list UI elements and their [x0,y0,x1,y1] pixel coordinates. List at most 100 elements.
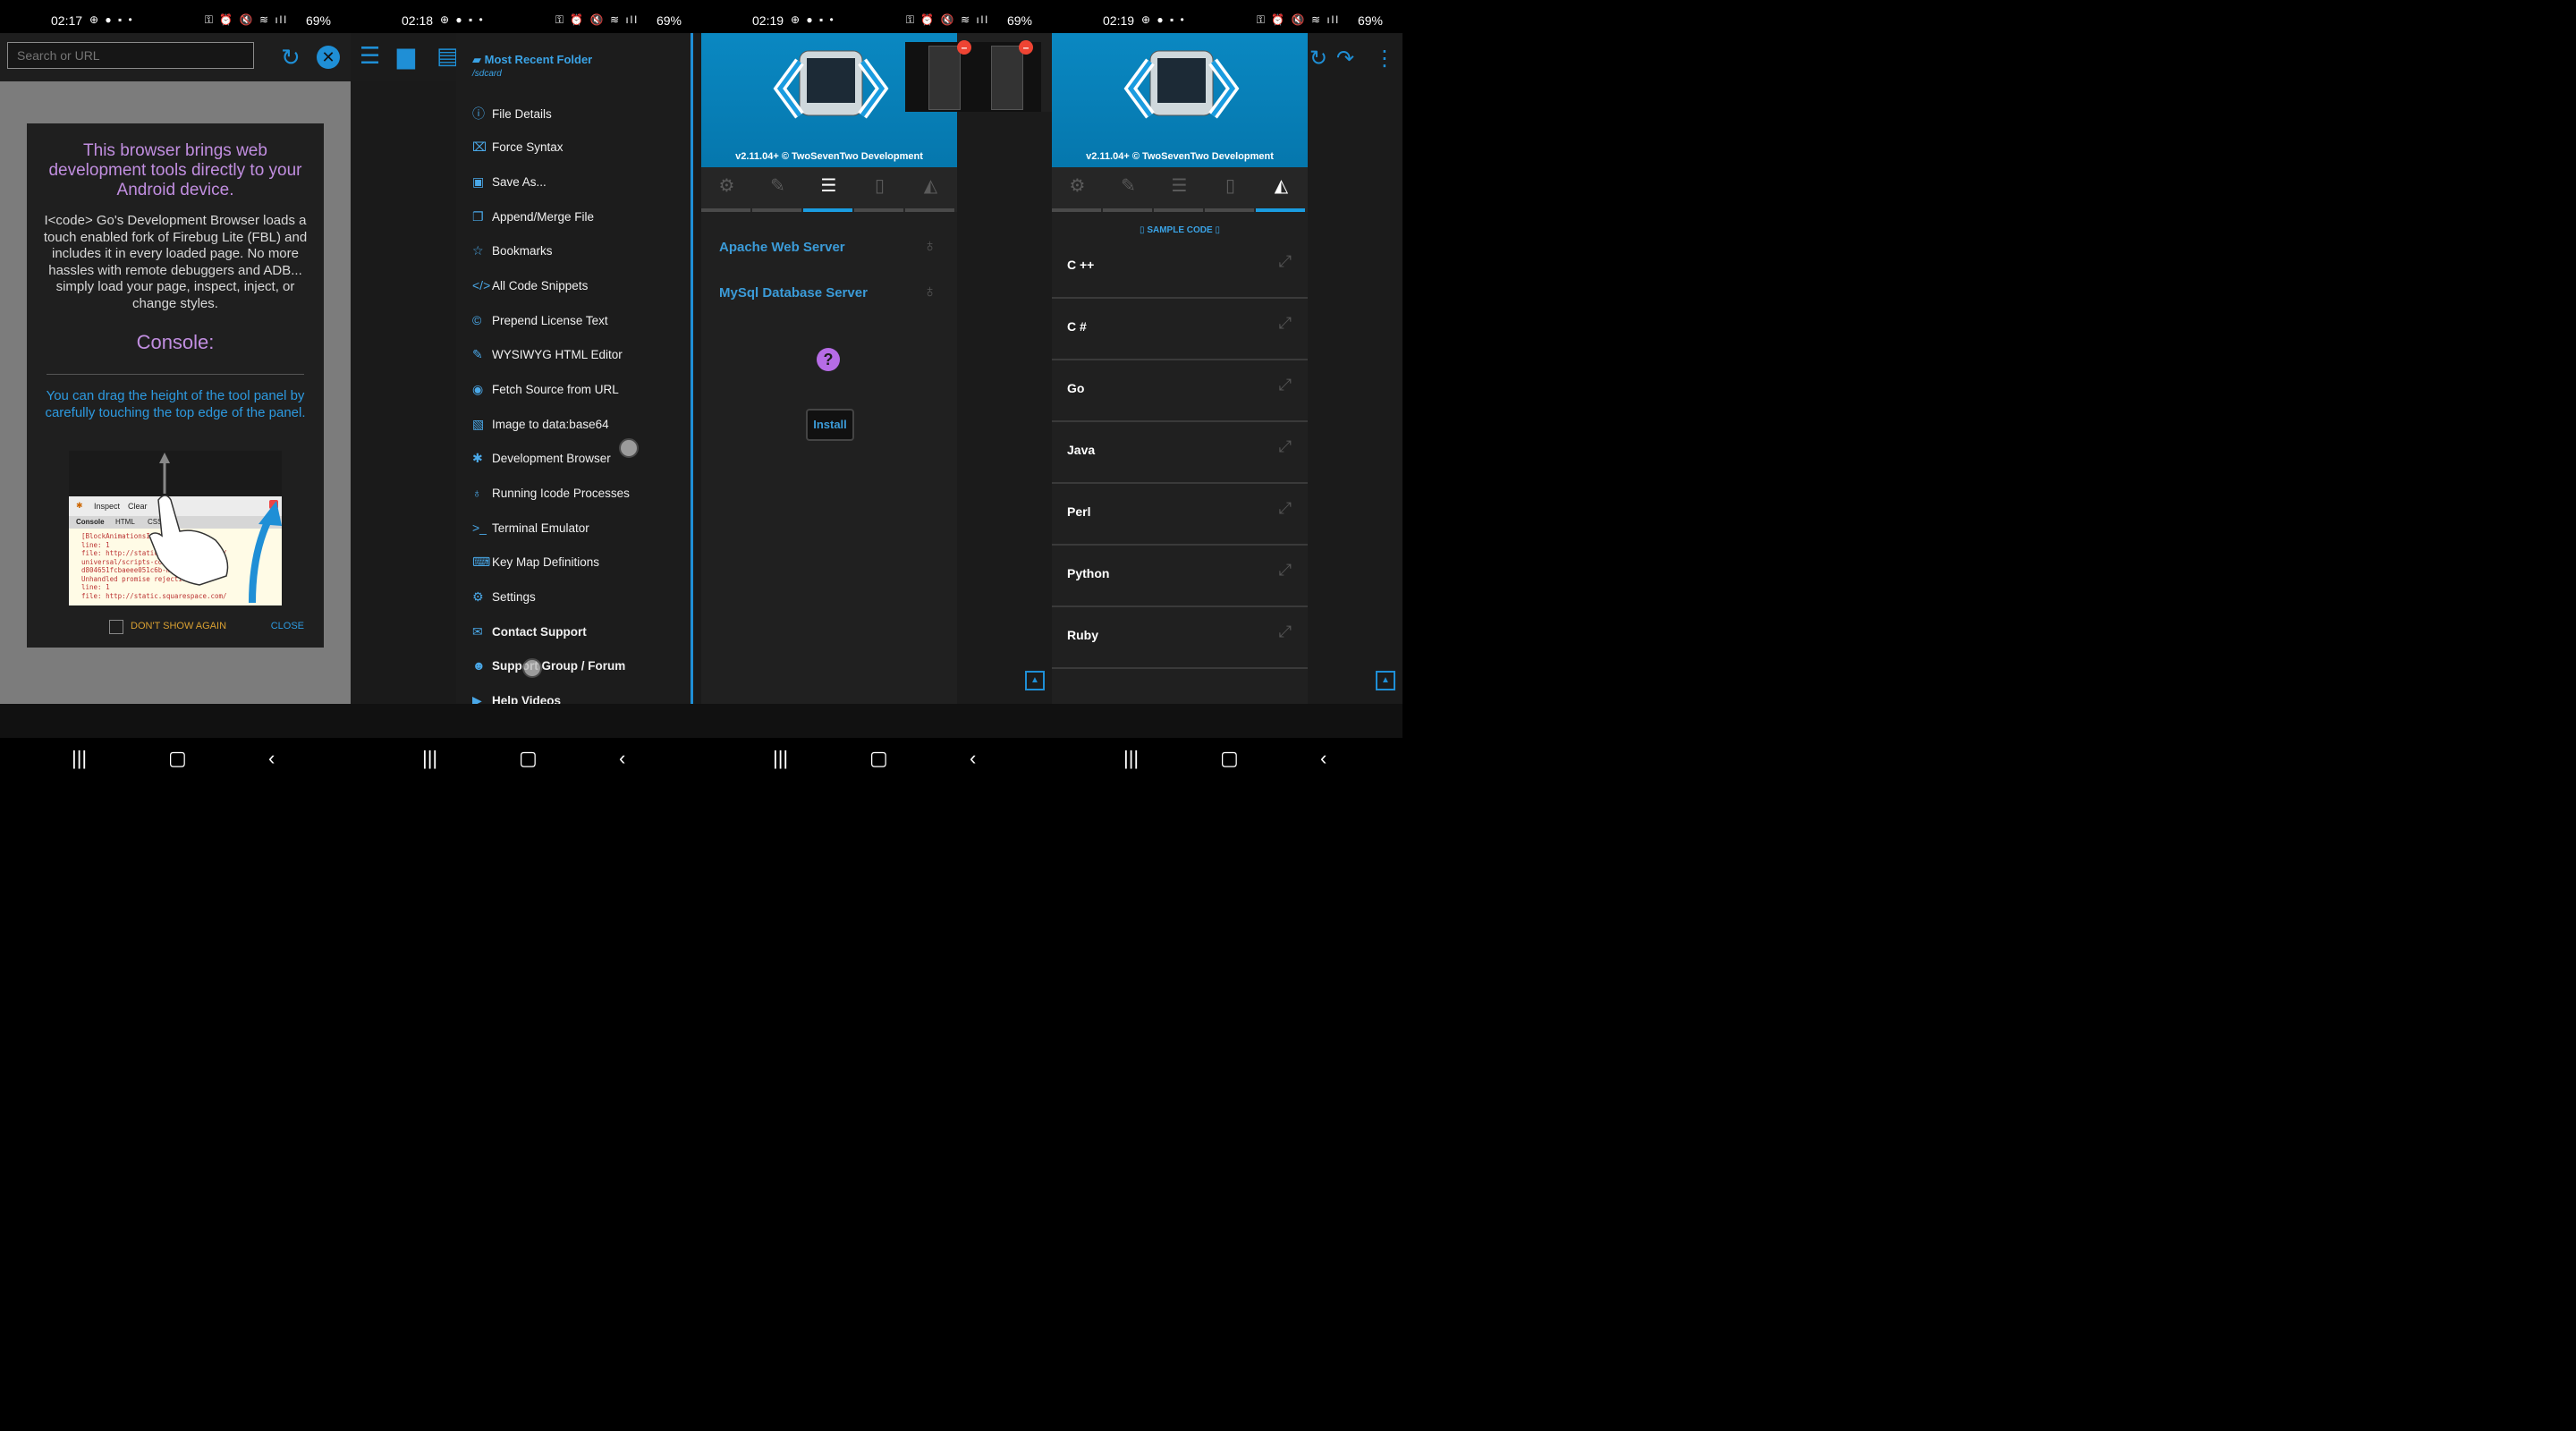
paperclip-icon[interactable]: ✎ [1103,174,1154,197]
expand-icon: ⤢ [1278,499,1292,517]
lang-item-ruby[interactable]: Ruby ⤢ [1052,606,1308,669]
back-icon[interactable]: ‹ [970,747,976,770]
menu-item-settings[interactable]: ⚙ Settings [472,589,536,616]
system-icons: ⚿ ⏰ 🔇 ≋ ıll [204,13,288,26]
apache-server[interactable]: Apache Web Server [719,240,845,255]
mail-icon: ✉ [472,624,483,639]
system-nav-bar: ||| ▢ ‹ [701,738,1052,779]
url-input[interactable] [7,42,254,69]
code-file-icon[interactable]: ▯ [854,174,905,197]
save-icon[interactable]: ▤ [436,42,459,70]
menu-item-key-map[interactable]: ⌨ Key Map Definitions [472,555,599,581]
menu-item-save-as[interactable]: ▣ Save As... [472,174,547,201]
home-icon[interactable]: ▢ [869,747,888,770]
tab-underline [1154,208,1203,212]
menu-item-file-details[interactable]: ⓘ File Details [472,105,552,131]
tab-underline [701,208,750,212]
touch-indicator [619,438,639,458]
recent-apps-icon[interactable]: ||| [1123,747,1139,770]
image-icon: ▧ [472,417,485,431]
server-icon[interactable]: ☰ [1154,174,1205,197]
menu-item-support-group[interactable]: ☻ Support Group / Forum [472,658,625,685]
close-button[interactable]: CLOSE [271,621,304,631]
menu-item-processes[interactable]: ♁ Running Icode Processes [472,486,630,512]
home-icon[interactable]: ▢ [1220,747,1239,770]
bottom-strip [0,704,351,738]
most-recent-folder[interactable]: ▰ Most Recent Folder /sdcard [472,53,592,79]
folder-path: /sdcard [472,69,502,79]
hamburger-icon[interactable]: ☰ [360,42,380,70]
dialog-title: This browser brings web development tool… [48,141,302,199]
tab-underline [752,208,801,212]
menu-item-code-snippets[interactable]: </> All Code Snippets [472,278,588,305]
back-icon[interactable]: ‹ [268,747,275,770]
menu-item-terminal[interactable]: >_ Terminal Emulator [472,521,589,547]
gears-icon[interactable]: ⚙ [701,174,752,197]
menu-item-bookmarks[interactable]: ☆ Bookmarks [472,243,553,270]
thumbnail[interactable] [991,46,1023,110]
menu-drawer: ▰ Most Recent Folder /sdcard ⓘ File Detai… [456,33,693,707]
app-version: v2.11.04+ © TwoSevenTwo Development [1086,151,1274,162]
close-icon[interactable]: ✕ [317,46,340,69]
group-icon: ☻ [472,658,486,673]
gears-icon[interactable]: ⚙ [1052,174,1103,197]
notification-icons: ⊕ ● ▪ • [1141,13,1186,26]
dont-show-checkbox[interactable] [109,620,123,634]
expand-panel-icon[interactable]: ▲ [1025,671,1045,690]
touch-indicator [522,658,542,678]
menu-item-dev-browser[interactable]: ✱ Development Browser [472,451,611,478]
code-icon: </> [472,278,491,292]
graduation-cap-icon[interactable]: ◭ [905,174,956,197]
status-time: 02:18 [402,13,434,28]
lang-item-python[interactable]: Python ⤢ [1052,545,1308,607]
lang-item-perl[interactable]: Perl ⤢ [1052,483,1308,546]
tab-bar: ⚙ ✎ ☰ ▯ ◭ [1052,167,1308,212]
menu-item-wysiwyg[interactable]: ✎ WYSIWYG HTML Editor [472,347,623,374]
paperclip-icon[interactable]: ✎ [752,174,803,197]
menu-item-image-base64[interactable]: ▧ Image to data:base64 [472,417,609,444]
recent-thumbnails: – – [905,40,1041,112]
recent-apps-icon[interactable]: ||| [773,747,788,770]
folder-icon[interactable]: ▆ [397,42,415,70]
reload-icon[interactable]: ↻ [281,44,301,72]
more-icon[interactable]: ⋮ [1374,46,1395,72]
star-icon: ☆ [472,243,484,258]
dont-show-label[interactable]: DON'T SHOW AGAIN [131,621,226,631]
bulb-icon[interactable]: ♁ [923,282,936,302]
lang-item-go[interactable]: Go ⤢ [1052,360,1308,422]
bulb-icon[interactable]: ♁ [923,236,936,257]
code-file-icon[interactable]: ▯ [1205,174,1256,197]
graduation-cap-icon[interactable]: ◭ [1256,174,1307,197]
mysql-server[interactable]: MySql Database Server [719,285,868,301]
recent-apps-icon[interactable]: ||| [72,747,87,770]
server-icon[interactable]: ☰ [803,174,854,197]
help-icon[interactable]: ? [817,348,840,371]
menu-item-license-text[interactable]: © Prepend License Text [472,313,608,340]
menu-item-fetch-source[interactable]: ◉ Fetch Source from URL [472,382,619,409]
tab-underline [854,208,903,212]
expand-panel-icon[interactable]: ▲ [1376,671,1395,690]
status-bar: 02:19 ⊕ ● ▪ • ⚿ ⏰ 🔇 ≋ ıll 69% [1052,0,1402,33]
lang-item-csharp[interactable]: C # ⤢ [1052,298,1308,360]
home-icon[interactable]: ▢ [168,747,187,770]
lang-item-cpp[interactable]: C ++ ⤢ [1052,236,1308,299]
thumbnail[interactable] [928,46,961,110]
bug-icon: ✱ [472,451,483,465]
menu-item-force-syntax[interactable]: ⌧ Force Syntax [472,140,564,166]
menu-item-contact-support[interactable]: ✉ Contact Support [472,624,587,651]
redo-icon[interactable]: ↷ [1336,46,1354,72]
refresh-icon[interactable]: ↻ [1309,46,1327,72]
sample-code-header: ▯ SAMPLE CODE ▯ [1140,225,1220,235]
status-time: 02:19 [752,13,784,28]
remove-icon[interactable]: – [1019,40,1033,55]
install-button[interactable]: Install [806,409,854,441]
home-icon[interactable]: ▢ [519,747,538,770]
recent-apps-icon[interactable]: ||| [422,747,437,770]
remove-icon[interactable]: – [957,40,971,55]
back-icon[interactable]: ‹ [1320,747,1326,770]
lang-item-java[interactable]: Java ⤢ [1052,421,1308,484]
dialog-subtitle: Console: [136,331,215,353]
editor-toolbar: ☰ ▆ ▤ [351,33,459,81]
back-icon[interactable]: ‹ [619,747,625,770]
menu-item-append-merge[interactable]: ❐ Append/Merge File [472,209,594,236]
